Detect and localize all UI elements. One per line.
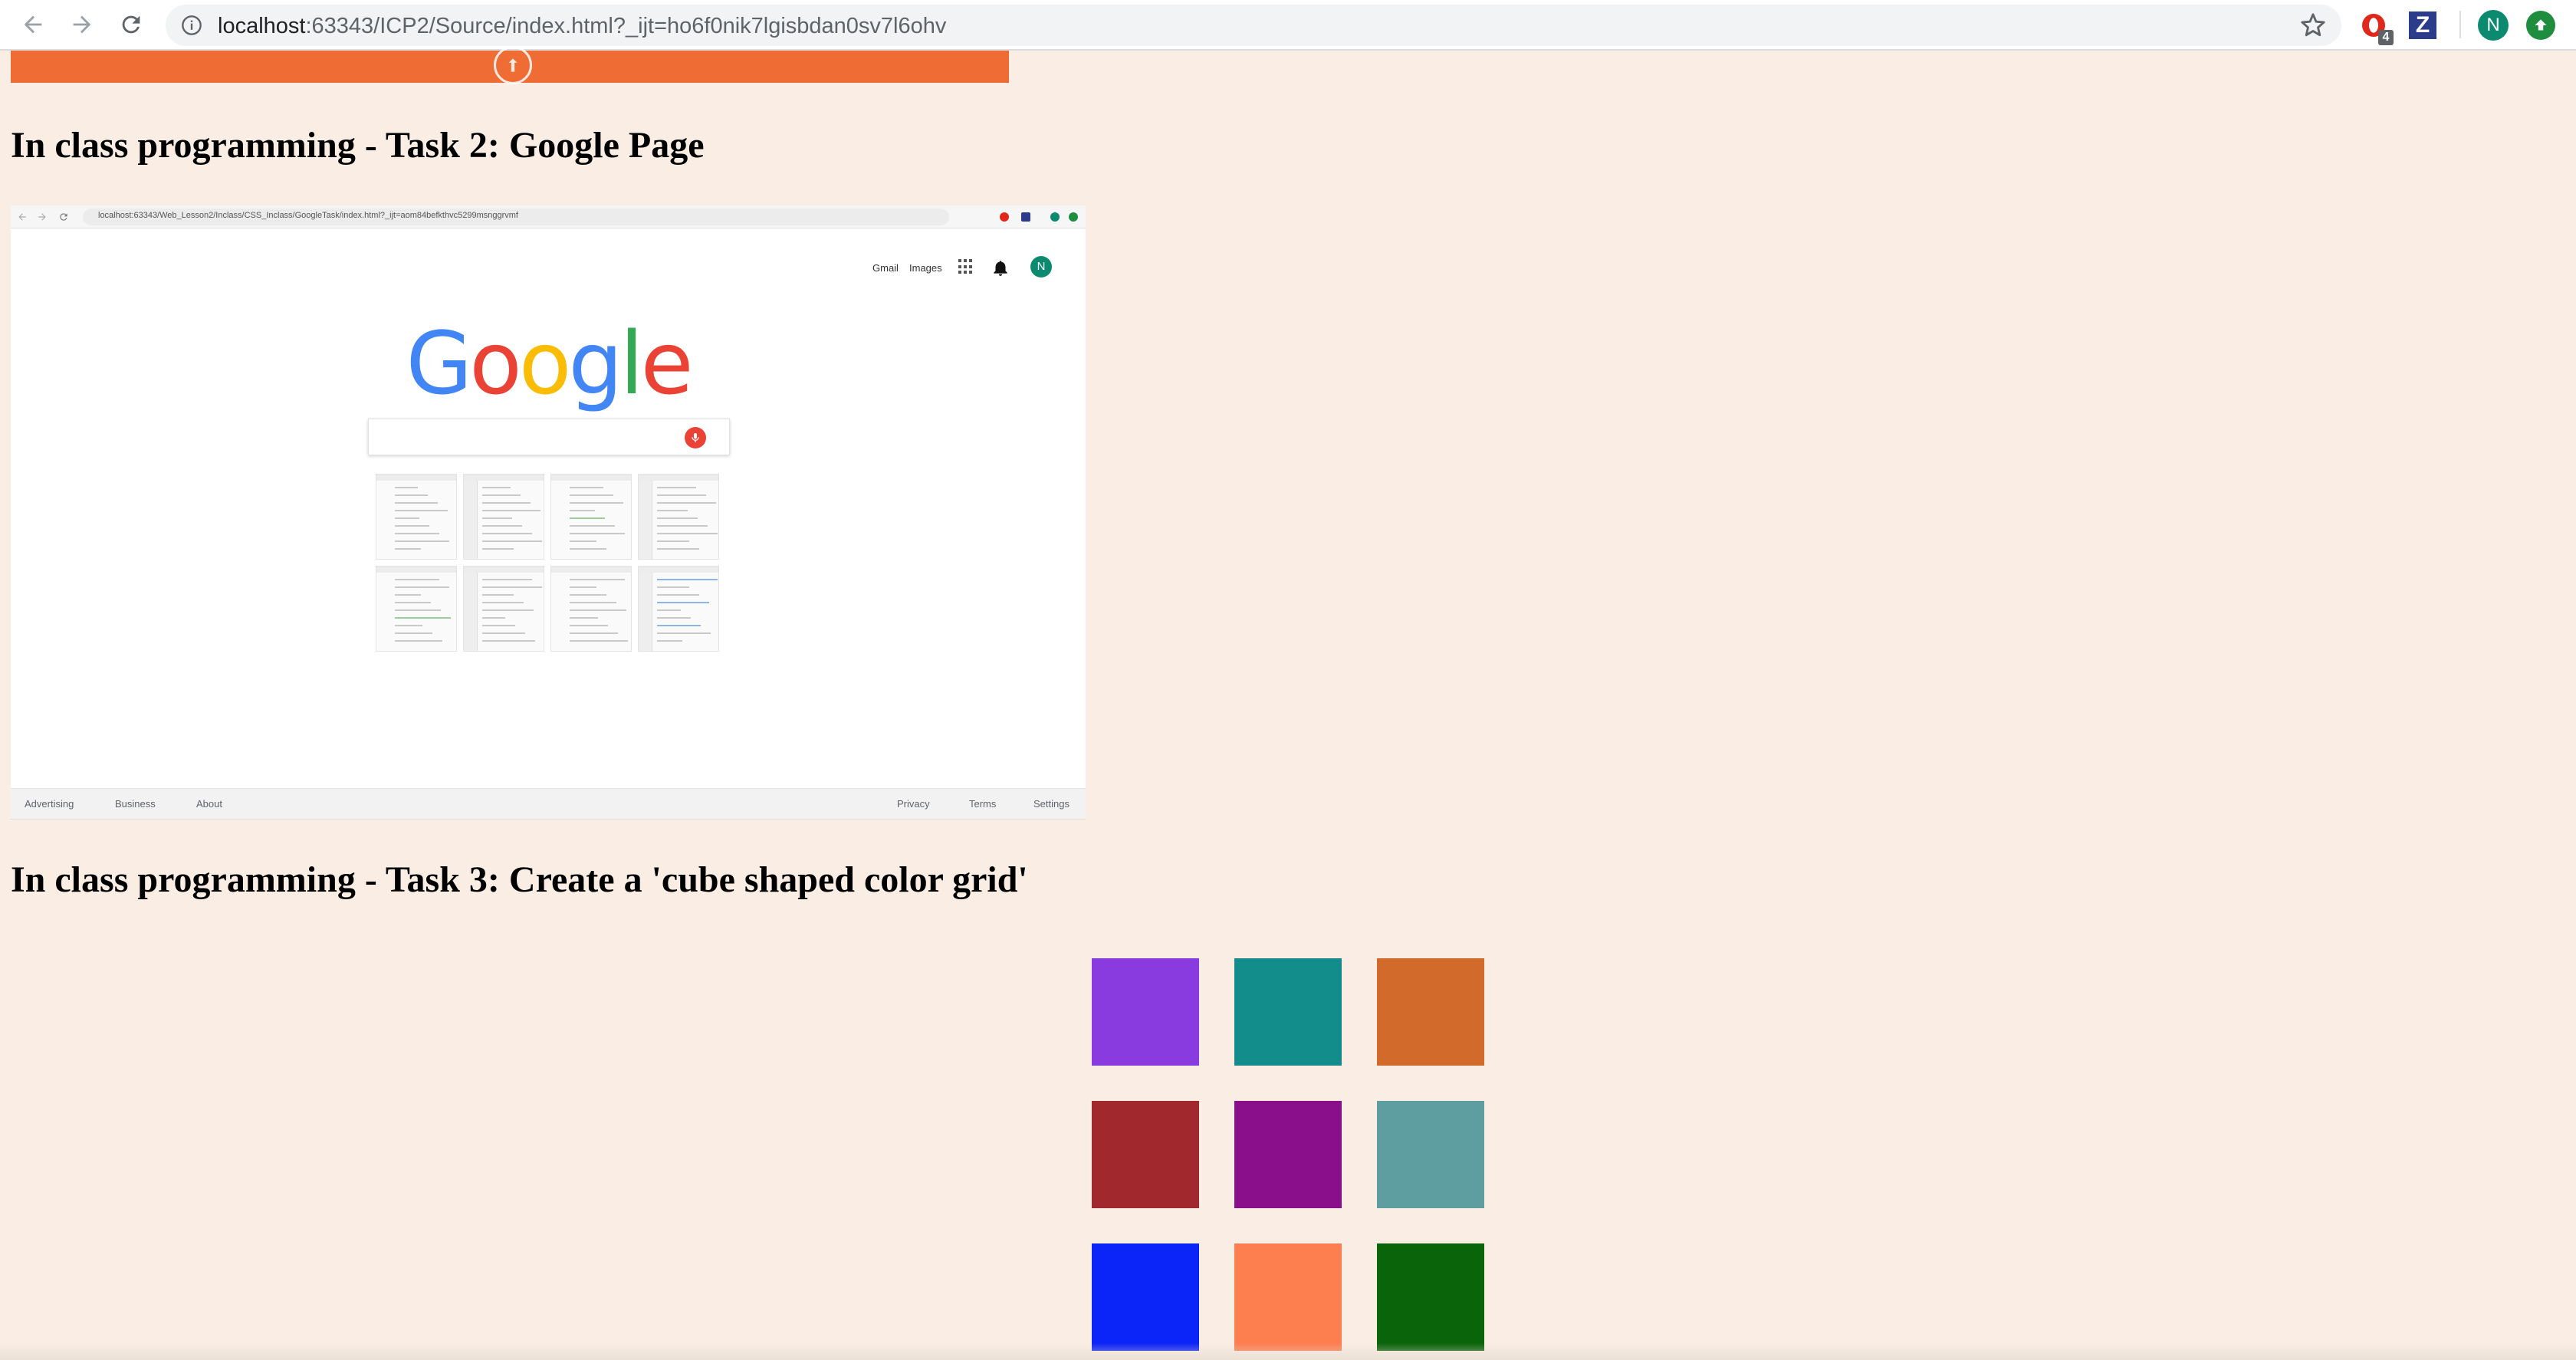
mini-avatar-icon [1050,212,1060,222]
google-avatar: N [1030,256,1052,278]
z-extension-icon[interactable]: Z [2406,8,2440,42]
thumbnail-tile [463,566,544,652]
logo-letter: l [619,314,643,414]
browser-toolbar: localhost:63343/ICP2/Source/index.html?_… [0,0,2576,51]
task2-heading: In class programming - Task 2: Google Pa… [11,125,705,166]
mini-back-icon [18,213,26,221]
thumbnail-tile [463,474,544,560]
thumbnail-tile [376,566,457,652]
dark-green-cube [1377,1243,1484,1351]
coral-cube [1234,1243,1342,1351]
bookmark-star-icon[interactable] [2300,12,2326,38]
thumbnail-tile [550,474,632,560]
thumbnail-tile [638,566,719,652]
gmail-link: Gmail [872,262,899,274]
mini-z-icon [1021,212,1030,222]
thumbnail-grid [376,474,728,652]
toolbar-divider [2459,11,2461,38]
logo-letter: e [640,314,694,414]
extension-badge: 4 [2378,30,2394,45]
footer-privacy-link: Privacy [897,798,930,810]
logo-letter: g [568,314,623,414]
brown-cube [1092,1101,1199,1208]
google-logo: Google [11,314,1086,414]
cadet-blue-cube [1377,1101,1484,1208]
logo-letter: o [518,314,572,414]
footer-terms-link: Terms [969,798,997,810]
dark-magenta-cube [1234,1101,1342,1208]
bottom-edge-shadow [0,1343,2576,1360]
google-page-screenshot: localhost:63343/Web_Lesson2/Inclass/CSS_… [11,205,1086,819]
mini-opera-icon [1000,212,1009,222]
thumbnail-tile [550,566,632,652]
reload-icon[interactable] [113,7,149,42]
google-search-box [368,419,730,455]
profile-avatar[interactable]: N [2476,8,2510,42]
mini-reload-icon [60,213,67,221]
chocolate-cube [1377,958,1484,1066]
update-icon[interactable] [2524,8,2558,42]
footer-about-link: About [196,798,222,810]
footer-business-link: Business [115,798,156,810]
forward-arrow-icon[interactable] [64,7,100,42]
scroll-top-icon[interactable] [494,46,532,84]
google-footer: Advertising Business About Privacy Terms… [11,788,1086,819]
back-arrow-icon[interactable] [15,7,51,42]
thumbnail-tile [376,474,457,560]
mini-browser-bar: localhost:63343/Web_Lesson2/Inclass/CSS_… [11,205,1086,228]
address-bar[interactable]: localhost:63343/ICP2/Source/index.html?_… [166,5,2341,46]
opera-extension-icon[interactable]: 4 [2357,8,2394,45]
address-url: localhost:63343/ICP2/Source/index.html?_… [218,14,947,38]
images-link: Images [909,262,942,274]
header-bar [11,46,1009,84]
logo-letter: o [469,314,522,414]
microphone-icon [685,427,706,448]
mini-update-icon [1069,212,1078,222]
bell-icon [994,261,1007,276]
blue-cube [1092,1243,1199,1351]
teal-cube [1234,958,1342,1066]
mini-address-bar: localhost:63343/Web_Lesson2/Inclass/CSS_… [83,209,949,225]
purple-cube [1092,958,1199,1066]
footer-advertising-link: Advertising [25,798,74,810]
thumbnail-tile [638,474,719,560]
footer-settings-link: Settings [1033,798,1070,810]
logo-letter: G [406,314,473,414]
task3-heading: In class programming - Task 3: Create a … [11,859,1028,900]
mini-forward-icon [38,213,46,221]
info-icon[interactable] [181,15,202,36]
mini-address-url: localhost:63343/Web_Lesson2/Inclass/CSS_… [98,211,518,220]
apps-grid-icon [958,259,974,274]
